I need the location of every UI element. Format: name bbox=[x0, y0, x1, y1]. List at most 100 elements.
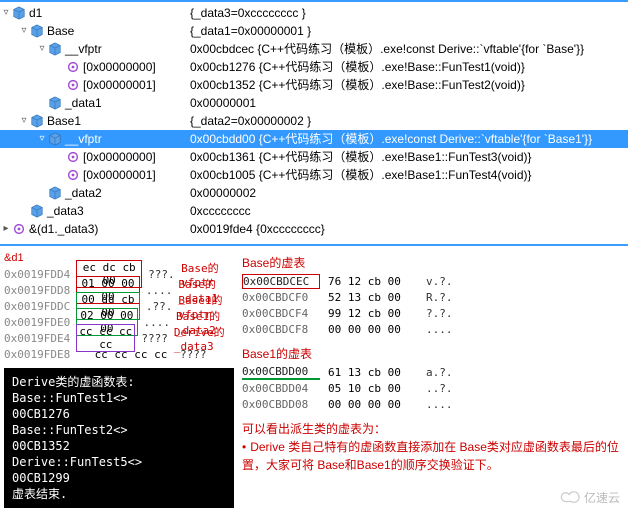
pointer-icon bbox=[12, 222, 26, 236]
struct-icon bbox=[48, 42, 62, 56]
pointer-icon bbox=[66, 78, 80, 92]
bullet-icon: • bbox=[242, 440, 246, 454]
vtable1-title: Base的虚表 bbox=[242, 254, 624, 271]
pointer-icon bbox=[66, 168, 80, 182]
node-name: _data3 bbox=[47, 202, 84, 220]
console-output: Derive类的虚函数表:Base::FunTest1<>00CB1276Bas… bbox=[4, 368, 234, 508]
node-value: 0xcccccccc bbox=[190, 202, 628, 220]
vtable-ascii: a.?. bbox=[426, 366, 453, 379]
tree-row[interactable]: _data1 0x00000001 bbox=[0, 94, 628, 112]
vtable-bytes: 00 00 00 00 bbox=[328, 398, 418, 411]
node-name: [0x00000000] bbox=[83, 148, 156, 166]
struct-icon bbox=[48, 132, 62, 146]
tree-row[interactable]: ▿ __vfptr 0x00cbdd00 {C++代码练习（模板）.exe!cons… bbox=[0, 130, 628, 148]
node-name: __vfptr bbox=[65, 40, 102, 58]
vtable-addr: 0x00CBDCEC bbox=[242, 274, 320, 289]
expand-arrow-icon[interactable]: ▿ bbox=[18, 112, 30, 130]
struct-icon bbox=[30, 204, 44, 218]
watermark-text: 亿速云 bbox=[584, 489, 620, 506]
vtable-addr: 0x00CBDCF0 bbox=[242, 291, 320, 304]
mem-addr: 0x0019FDE0 bbox=[4, 316, 70, 329]
tree-row[interactable]: ▿ Base1 {_data2=0x00000002 } bbox=[0, 112, 628, 130]
mem-addr: 0x0019FDE4 bbox=[4, 332, 70, 345]
vtable-ascii: v.?. bbox=[426, 275, 453, 288]
console-line: 00CB1276 bbox=[12, 406, 226, 422]
mem-ascii: .... bbox=[144, 316, 171, 329]
node-value: {_data3=0xcccccccc } bbox=[190, 4, 628, 22]
node-name: __vfptr bbox=[65, 130, 102, 148]
note-text: Derive 类自己特有的虚函数直接添加在 Base类对应虚函数表最后的位置，大… bbox=[242, 440, 619, 472]
struct-icon bbox=[30, 24, 44, 38]
struct-icon bbox=[12, 6, 26, 20]
tree-row[interactable]: [0x00000001] 0x00cb1352 {C++代码练习（模板）.exe!… bbox=[0, 76, 628, 94]
tree-row[interactable]: ▸&(d1._data3)0x0019fde4 {0xcccccccc} bbox=[0, 220, 628, 238]
note-line: •Derive 类自己特有的虚函数直接添加在 Base类对应虚函数表最后的位置，… bbox=[242, 438, 620, 474]
vtable-row: 0x00CBDD04 05 10 cb 00..?. bbox=[242, 380, 624, 396]
console-line: Base::FunTest1<> bbox=[12, 390, 226, 406]
tree-row[interactable]: [0x00000000] 0x00cb1361 {C++代码练习（模板）.exe!… bbox=[0, 148, 628, 166]
vtable-ascii: R.?. bbox=[426, 291, 453, 304]
debugger-tree: ▿d1{_data3=0xcccccccc }▿Base{_data1=0x00… bbox=[0, 0, 628, 244]
struct-icon bbox=[48, 96, 62, 110]
vtable2-dump: 0x00CBDD00 61 13 cb 00 a.?. 0x00CBDD04 05 10… bbox=[242, 364, 624, 412]
notes: 可以看出派生类的虚表为： •Derive 类自己特有的虚函数直接添加在 Base… bbox=[242, 420, 624, 474]
vtable-row: 0x00CBDD00 61 13 cb 00 a.?. bbox=[242, 364, 624, 380]
watermark: 亿速云 bbox=[560, 489, 620, 506]
node-name: [0x00000001] bbox=[83, 76, 156, 94]
mem-ascii: ???. bbox=[148, 268, 175, 281]
console-line: Derive类的虚函数表: bbox=[12, 374, 226, 390]
struct-icon bbox=[48, 186, 62, 200]
expand-arrow-icon[interactable]: ▿ bbox=[36, 130, 48, 148]
tree-row[interactable]: ▿Base{_data1=0x00000001 } bbox=[0, 22, 628, 40]
console-line: 虚表结束. bbox=[12, 486, 226, 502]
notes-title: 可以看出派生类的虚表为： bbox=[242, 420, 620, 438]
vtable-ascii: ..?. bbox=[426, 382, 453, 395]
node-value: 0x00cb1352 {C++代码练习（模板）.exe!Base::FunTes… bbox=[190, 76, 628, 94]
node-value: 0x00cb1276 {C++代码练习（模板）.exe!Base::FunTes… bbox=[190, 58, 628, 76]
mem-bytes: cc cc cc cc bbox=[88, 348, 174, 361]
vtable-row: 0x00CBDCF499 12 cb 00?.?. bbox=[242, 305, 624, 321]
node-value: 0x00cb1361 {C++代码练习（模板）.exe!Base1::FunTe… bbox=[190, 148, 628, 166]
vtable-row: 0x00CBDCEC76 12 cb 00v.?. bbox=[242, 273, 624, 289]
node-value: 0x00000001 bbox=[190, 94, 628, 112]
vtable-addr: 0x00CBDCF4 bbox=[242, 307, 320, 320]
mem-row: 0x0019FDE4cc cc cc cc????Derive的_data3 bbox=[4, 330, 234, 346]
tree-row[interactable]: _data20x00000002 bbox=[0, 184, 628, 202]
vtable-bytes: 61 13 cb 00 bbox=[328, 366, 418, 379]
vtable-row: 0x00CBDCF800 00 00 00.... bbox=[242, 321, 624, 337]
vtable1-dump: 0x00CBDCEC76 12 cb 00v.?. 0x00CBDCF0 52 13… bbox=[242, 273, 624, 337]
mem-addr: 0x0019FDD8 bbox=[4, 284, 70, 297]
node-value: {_data2=0x00000002 } bbox=[190, 112, 628, 130]
vtable-bytes: 05 10 cb 00 bbox=[328, 382, 418, 395]
expand-arrow-icon[interactable]: ▿ bbox=[18, 22, 30, 40]
expand-arrow-icon[interactable]: ▿ bbox=[36, 40, 48, 58]
memory-dump: 0x0019FDD4ec dc cb 00???.Base的vfptr0x001… bbox=[4, 266, 234, 362]
node-name: [0x00000001] bbox=[83, 166, 156, 184]
struct-icon bbox=[30, 114, 44, 128]
console-line: 00CB1299 bbox=[12, 470, 226, 486]
console-line: Derive::FunTest5<> bbox=[12, 454, 226, 470]
tree-row[interactable]: [0x00000000]0x00cb1276 {C++代码练习（模板）.exe!… bbox=[0, 58, 628, 76]
vtable-addr: 0x00CBDD00 bbox=[242, 365, 320, 380]
vtable-ascii: .... bbox=[426, 398, 453, 411]
node-value: 0x0019fde4 {0xcccccccc} bbox=[190, 220, 628, 238]
vtable-row: 0x00CBDD08 00 00 00 00.... bbox=[242, 396, 624, 412]
bottom-panels: &d1 0x0019FDD4ec dc cb 00???.Base的vfptr0… bbox=[0, 246, 628, 512]
node-name: _data1 bbox=[65, 94, 102, 112]
node-name: Base1 bbox=[47, 112, 81, 130]
vtable-addr: 0x00CBDD08 bbox=[242, 398, 320, 411]
node-value: 0x00cbdcec {C++代码练习（模板）.exe!const Derive… bbox=[190, 40, 628, 58]
expand-arrow-icon[interactable]: ▿ bbox=[0, 4, 12, 22]
mem-ascii: .??. bbox=[146, 300, 173, 313]
tree-row[interactable]: _data3 0xcccccccc bbox=[0, 202, 628, 220]
tree-row[interactable]: [0x00000001]0x00cb1005 {C++代码练习（模板）.exe!… bbox=[0, 166, 628, 184]
node-name: d1 bbox=[29, 4, 42, 22]
tree-row[interactable]: ▿ __vfptr 0x00cbdcec {C++代码练习（模板）.exe!cons… bbox=[0, 40, 628, 58]
expand-arrow-icon[interactable]: ▸ bbox=[0, 220, 12, 238]
node-value: 0x00cbdd00 {C++代码练习（模板）.exe!const Derive… bbox=[190, 130, 628, 148]
vtable-row: 0x00CBDCF0 52 13 cb 00 R.?. bbox=[242, 289, 624, 305]
vtable-addr: 0x00CBDD04 bbox=[242, 382, 320, 395]
vtable-bytes: 52 13 cb 00 bbox=[328, 291, 418, 304]
tree-row[interactable]: ▿ d1 {_data3=0xcccccccc } bbox=[0, 4, 628, 22]
node-name: _data2 bbox=[65, 184, 102, 202]
